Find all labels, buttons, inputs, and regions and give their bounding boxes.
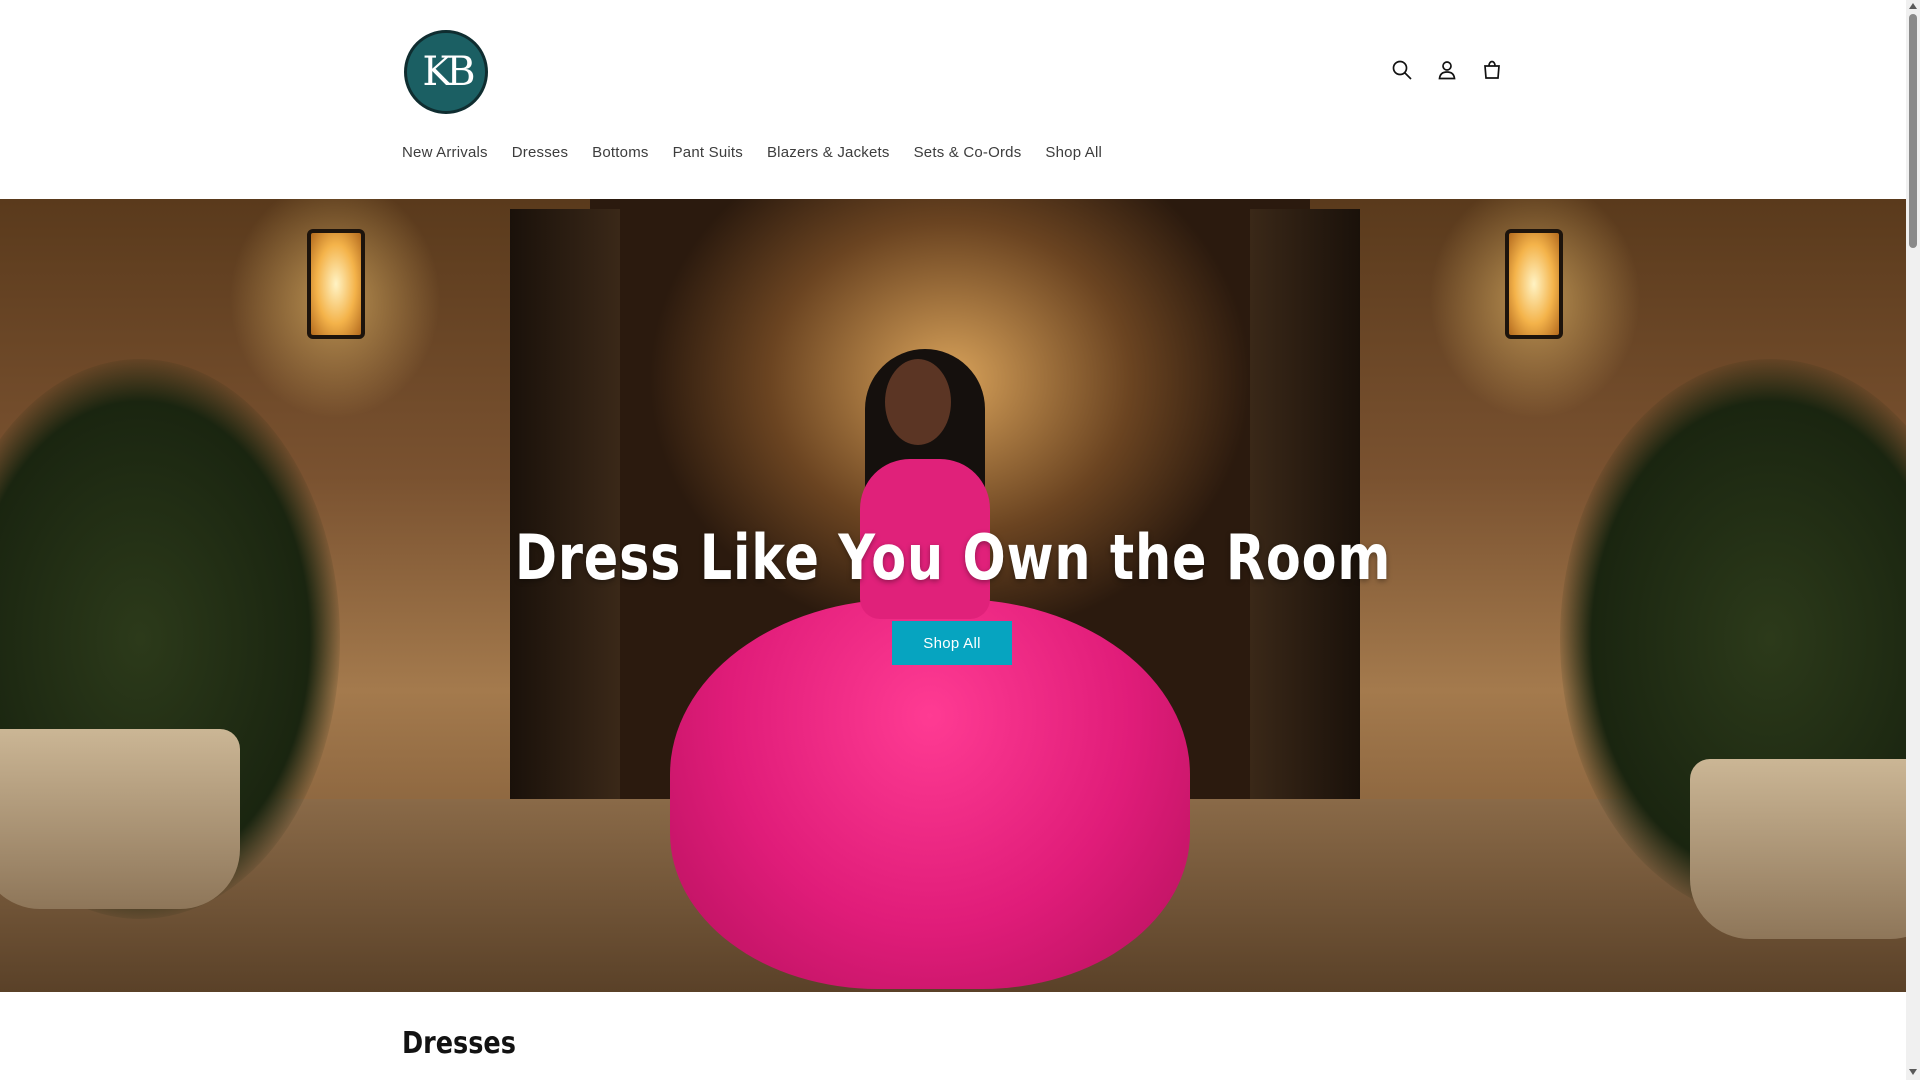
nav-pant-suits[interactable]: Pant Suits bbox=[673, 144, 743, 161]
left-lantern bbox=[307, 229, 365, 339]
cart-button[interactable] bbox=[1478, 56, 1506, 84]
scroll-up-arrow-icon[interactable] bbox=[1909, 3, 1917, 9]
nav-blazers-jackets[interactable]: Blazers & Jackets bbox=[767, 144, 890, 161]
hero-shop-all-button[interactable]: Shop All bbox=[892, 621, 1012, 665]
model-head bbox=[885, 359, 951, 445]
right-planter bbox=[1690, 759, 1906, 939]
site-header: KB New Arrivals Dresses Bottoms Pant Sui… bbox=[0, 0, 1906, 199]
account-icon bbox=[1438, 61, 1456, 80]
nav-shop-all[interactable]: Shop All bbox=[1045, 144, 1102, 161]
scrollbar-thumb[interactable] bbox=[1909, 14, 1917, 248]
search-button[interactable] bbox=[1388, 56, 1416, 84]
hero-banner: Dress Like You Own the Room Shop All bbox=[0, 199, 1906, 992]
brand-logo[interactable]: KB bbox=[404, 30, 488, 114]
section-title-dresses: Dresses bbox=[402, 1026, 516, 1061]
cart-icon bbox=[1484, 60, 1500, 79]
nav-bottoms[interactable]: Bottoms bbox=[592, 144, 648, 161]
search-icon bbox=[1392, 60, 1412, 80]
left-planter bbox=[0, 729, 240, 909]
main-nav: New Arrivals Dresses Bottoms Pant Suits … bbox=[402, 144, 1126, 161]
scroll-down-arrow-icon[interactable] bbox=[1909, 1069, 1917, 1075]
page: KB New Arrivals Dresses Bottoms Pant Sui… bbox=[0, 0, 1906, 1080]
nav-sets-co-ords[interactable]: Sets & Co-Ords bbox=[914, 144, 1022, 161]
account-button[interactable] bbox=[1433, 56, 1461, 84]
nav-new-arrivals[interactable]: New Arrivals bbox=[402, 144, 488, 161]
header-icons bbox=[1388, 56, 1506, 84]
logo-monogram: KB bbox=[422, 49, 475, 95]
right-lantern bbox=[1505, 229, 1563, 339]
hero-title: Dress Like You Own the Room bbox=[514, 521, 1392, 594]
nav-dresses[interactable]: Dresses bbox=[512, 144, 568, 161]
vertical-scrollbar[interactable] bbox=[1906, 0, 1920, 1080]
